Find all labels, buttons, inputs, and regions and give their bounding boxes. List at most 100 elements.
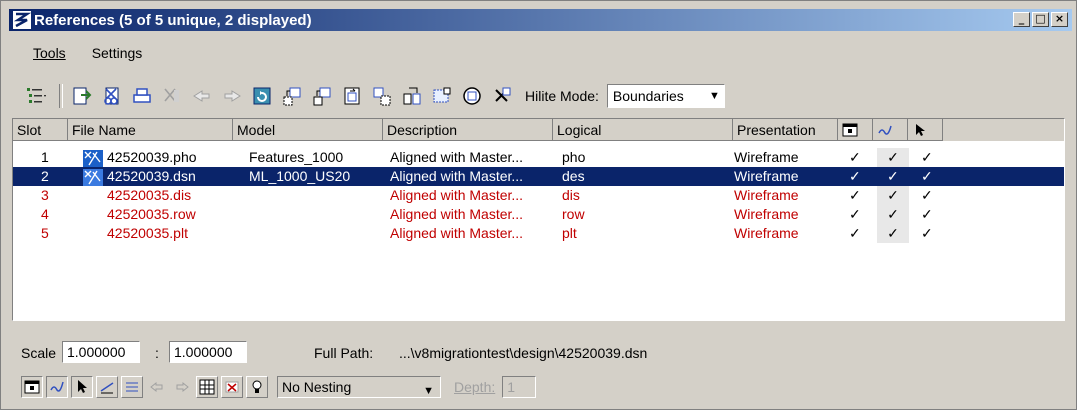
row-display-check[interactable]: ✓ [849, 224, 861, 243]
scale-icon[interactable] [339, 83, 365, 109]
toolbar: Hilite Mode: Boundaries ▼ [23, 81, 725, 111]
row-locate-check[interactable]: ✓ [921, 167, 933, 186]
snap-icon [878, 125, 892, 135]
row-description: Aligned with Master... [390, 149, 524, 165]
table-row[interactable]: 3 42520035.dis Aligned with Master... di… [13, 186, 1064, 205]
ignore-icon [225, 381, 239, 393]
light-toggle[interactable] [246, 376, 268, 398]
col-locate-header[interactable] [908, 119, 943, 141]
col-presentation-header[interactable]: Presentation [733, 119, 838, 141]
rotate-icon[interactable] [369, 83, 395, 109]
scale-master-field[interactable]: 1.000000 [62, 341, 140, 363]
nesting-select[interactable]: No Nesting ▼ [277, 376, 441, 398]
col-model-header[interactable]: Model [233, 119, 383, 141]
maximize-button[interactable]: □ [1032, 12, 1049, 27]
col-slot-header[interactable]: Slot [13, 119, 68, 141]
close-button[interactable]: × [1051, 12, 1068, 27]
copy-icon [219, 83, 245, 109]
clip-mask-icon[interactable] [459, 83, 485, 109]
row-file-name: 42520035.plt [107, 225, 188, 241]
display-icon [842, 123, 858, 137]
table-row-selected[interactable]: 2 42520039.dsn ML_1000_US20 Aligned with… [13, 167, 1064, 186]
col-file-header[interactable]: File Name [68, 119, 233, 141]
row-slot: 5 [41, 225, 49, 241]
list-tool-icon[interactable] [23, 83, 49, 109]
delete-clip-icon[interactable] [489, 83, 515, 109]
row-display-check[interactable]: ✓ [849, 148, 861, 167]
row-file-name: 42520035.row [107, 206, 196, 222]
row-description: Aligned with Master... [390, 206, 524, 222]
display-toggle[interactable] [21, 376, 43, 398]
references-window: References (5 of 5 unique, 2 displayed) … [0, 0, 1077, 410]
raster-file-icon [83, 169, 103, 186]
minimize-button[interactable]: _ [1013, 12, 1030, 27]
print-icon[interactable] [129, 83, 155, 109]
raster-file-icon [83, 150, 103, 167]
row-presentation: Wireframe [734, 206, 799, 222]
chevron-down-icon: ▼ [423, 385, 434, 397]
col-logical-header[interactable]: Logical [553, 119, 733, 141]
full-path-label: Full Path: [314, 345, 374, 361]
detach-icon[interactable] [99, 83, 125, 109]
bulb-icon [252, 380, 262, 393]
row-locate-check[interactable]: ✓ [921, 148, 933, 167]
reload-icon[interactable] [249, 83, 275, 109]
scale-label: Scale [21, 345, 57, 361]
row-logical: des [562, 168, 585, 184]
hilite-mode-label: Hilite Mode: [525, 88, 599, 104]
row-logical: plt [562, 225, 577, 241]
snap-toggle[interactable] [46, 376, 68, 398]
col-snap-header[interactable] [873, 119, 908, 141]
scale-separator: : [155, 345, 159, 361]
window-controls: _ □ × [1013, 12, 1068, 27]
row-slot: 3 [41, 187, 49, 203]
reference-toggles: No Nesting ▼ Depth: 1 [21, 376, 537, 398]
clip-boundary-icon[interactable] [429, 83, 455, 109]
row-display-check[interactable]: ✓ [849, 186, 861, 205]
title-bar[interactable]: References (5 of 5 unique, 2 displayed) … [9, 9, 1072, 31]
row-display-check[interactable]: ✓ [849, 167, 861, 186]
mirror-icon[interactable] [399, 83, 425, 109]
references-table: Slot File Name Model Description Logical… [12, 118, 1065, 321]
row-locate-check[interactable]: ✓ [921, 186, 933, 205]
table-row[interactable]: 4 42520035.row Aligned with Master... ro… [13, 205, 1064, 224]
snap-icon [50, 381, 64, 392]
row-presentation: Wireframe [734, 225, 799, 241]
row-snap-check[interactable]: ✓ [877, 186, 909, 205]
copy-toggle [171, 376, 193, 398]
row-model: ML_1000_US20 [249, 168, 351, 184]
row-snap-check[interactable]: ✓ [877, 224, 909, 243]
clip-icon [159, 83, 185, 109]
nesting-value: No Nesting [282, 379, 352, 395]
scale-reference-field[interactable]: 1.000000 [169, 341, 247, 363]
table-header: Slot File Name Model Description Logical… [13, 119, 1064, 141]
row-model: Features_1000 [249, 149, 344, 165]
attach-copy-icon[interactable] [309, 83, 335, 109]
line-style-toggle[interactable] [96, 376, 118, 398]
table-row[interactable]: 1 42520039.pho Features_1000 Aligned wit… [13, 148, 1064, 167]
levels-toggle[interactable] [121, 376, 143, 398]
display-icon [24, 380, 40, 394]
row-locate-check[interactable]: ✓ [921, 224, 933, 243]
locate-toggle[interactable] [71, 376, 93, 398]
row-logical: dis [562, 187, 580, 203]
attach-move-icon[interactable] [279, 83, 305, 109]
col-display-header[interactable] [838, 119, 873, 141]
menu-settings[interactable]: Settings [92, 45, 143, 65]
menu-bar: Tools Settings [9, 45, 142, 65]
row-locate-check[interactable]: ✓ [921, 205, 933, 224]
clip-toggle[interactable] [196, 376, 218, 398]
attach-icon[interactable] [69, 83, 95, 109]
row-snap-check[interactable]: ✓ [887, 167, 899, 186]
row-snap-check[interactable]: ✓ [877, 205, 909, 224]
ignore-attach-toggle[interactable] [221, 376, 243, 398]
row-snap-check[interactable]: ✓ [877, 148, 909, 167]
row-presentation: Wireframe [734, 149, 799, 165]
settings-panel: Scale 1.000000 : 1.000000 Full Path: ...… [9, 327, 1072, 407]
row-display-check[interactable]: ✓ [849, 205, 861, 224]
col-description-header[interactable]: Description [383, 119, 553, 141]
hilite-mode-select[interactable]: Boundaries ▼ [606, 84, 725, 108]
menu-tools[interactable]: Tools [33, 45, 66, 65]
cursor-icon [916, 124, 925, 136]
table-row[interactable]: 5 42520035.plt Aligned with Master... pl… [13, 224, 1064, 243]
